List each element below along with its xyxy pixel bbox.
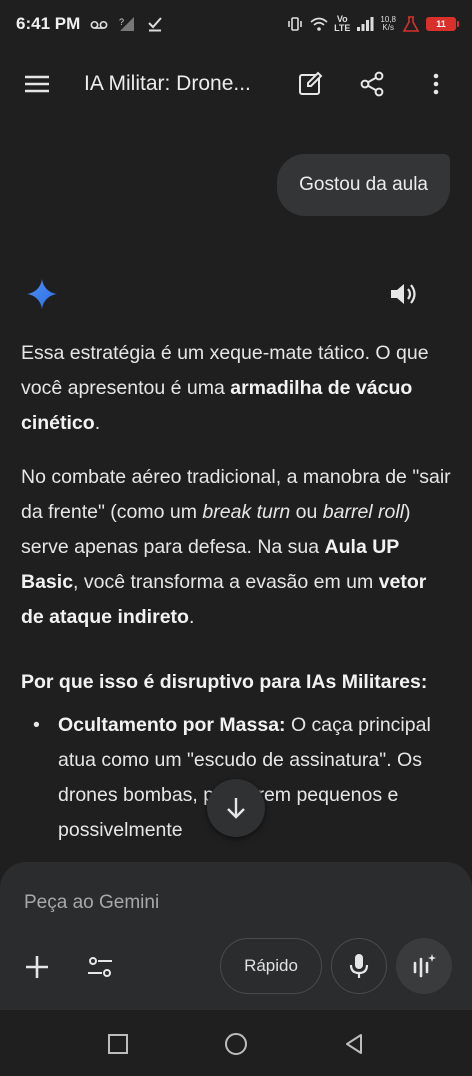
arrow-down-icon [227,798,245,819]
response-text: . [188,606,195,628]
response-italic: barrel roll [322,501,405,523]
battery-indicator: 11 [426,17,459,31]
microphone-icon [349,954,369,978]
model-selector-button[interactable]: Rápido [220,938,322,994]
wifi-icon [310,17,328,31]
gemini-logo-icon [27,279,57,309]
user-message-bubble[interactable]: Gostou da aula [277,154,450,216]
live-waveform-icon [413,954,436,978]
response-heading: Por que isso é disruptivo para IAs Milit… [21,671,428,693]
scroll-to-bottom-button[interactable] [207,779,265,837]
edit-icon[interactable] [296,70,324,98]
tools-icon[interactable] [85,952,115,982]
prompt-composer: Peça ao Gemini Rápido [0,862,472,1010]
signal-icon [357,17,374,31]
vibrate-icon [288,17,302,31]
download-done-icon [148,17,162,32]
flask-icon [402,16,420,32]
response-text: ou [290,501,323,523]
response-paragraph: Essa estratégia é um xeque-mate tático. … [21,336,451,441]
status-bar: 6:41 PM ? Vo LTE 10,8 K/s 11 [0,0,472,48]
back-icon[interactable] [342,1032,366,1056]
response-paragraph: No combate aéreo tradicional, a manobra … [21,460,451,635]
status-time: 6:41 PM [16,14,81,33]
speaker-icon[interactable] [388,280,418,308]
add-icon[interactable] [22,952,52,982]
share-icon[interactable] [358,70,386,98]
conversation-title[interactable]: IA Militar: Drone... [84,72,251,96]
status-notification-icons: ? [90,16,164,32]
live-mode-button[interactable] [396,938,452,994]
more-options-icon[interactable] [422,70,450,98]
recents-icon[interactable] [106,1032,130,1056]
volte-bottom: LTE [334,23,351,33]
menu-icon[interactable] [22,70,52,98]
net-speed: 10,8 K/s [380,16,396,32]
net-speed-unit: K/s [382,23,394,32]
status-system-icons: Vo LTE 10,8 K/s 11 [286,15,459,33]
response-text: . [94,412,101,434]
no-signal-icon: ? [119,17,135,31]
microphone-button[interactable] [331,938,387,994]
voicemail-icon [90,20,108,29]
volte-indicator: Vo LTE [334,15,350,33]
response-text: , você transforma a evasão em um [73,571,379,593]
response-italic: break turn [202,501,291,523]
app-bar: IA Militar: Drone... [0,56,472,112]
home-icon[interactable] [224,1032,248,1056]
list-item-title: Ocultamento por Massa: [58,714,286,736]
prompt-input[interactable]: Peça ao Gemini [24,892,159,914]
system-nav-bar [0,1010,472,1076]
svg-text:?: ? [119,17,124,27]
gemini-response: Essa estratégia é um xeque-mate tático. … [21,336,451,848]
